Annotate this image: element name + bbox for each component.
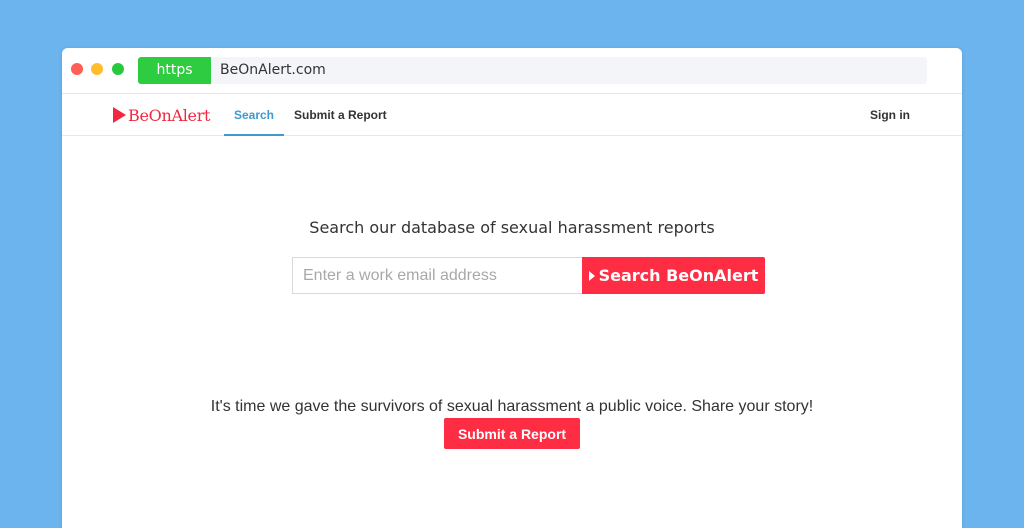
- play-logo-icon: [113, 107, 126, 123]
- logo-text: BeOnAlert: [128, 105, 211, 125]
- address-bar[interactable]: https BeOnAlert.com: [138, 57, 927, 84]
- sign-in-link[interactable]: Sign in: [870, 94, 910, 136]
- submit-report-button[interactable]: Submit a Report: [444, 418, 580, 449]
- url-text[interactable]: BeOnAlert.com: [220, 57, 326, 84]
- search-button-label: Search BeOnAlert: [598, 266, 759, 285]
- cta-text: It's time we gave the survivors of sexua…: [210, 398, 814, 415]
- site-navbar: BeOnAlert Search Submit a Report Sign in: [62, 94, 962, 136]
- search-headline: Search our database of sexual harassment…: [309, 218, 715, 237]
- maximize-window-button[interactable]: [112, 63, 124, 75]
- site-logo[interactable]: BeOnAlert: [113, 105, 210, 125]
- https-badge: https: [138, 57, 211, 84]
- play-icon: [588, 270, 595, 281]
- email-search-input[interactable]: [292, 257, 582, 294]
- search-button[interactable]: Search BeOnAlert: [582, 257, 765, 294]
- tab-submit-report[interactable]: Submit a Report: [294, 94, 387, 136]
- minimize-window-button[interactable]: [91, 63, 103, 75]
- close-window-button[interactable]: [71, 63, 83, 75]
- browser-chrome: https BeOnAlert.com: [62, 48, 962, 94]
- tab-search[interactable]: Search: [224, 94, 284, 136]
- browser-window: https BeOnAlert.com BeOnAlert Search Sub…: [62, 48, 962, 528]
